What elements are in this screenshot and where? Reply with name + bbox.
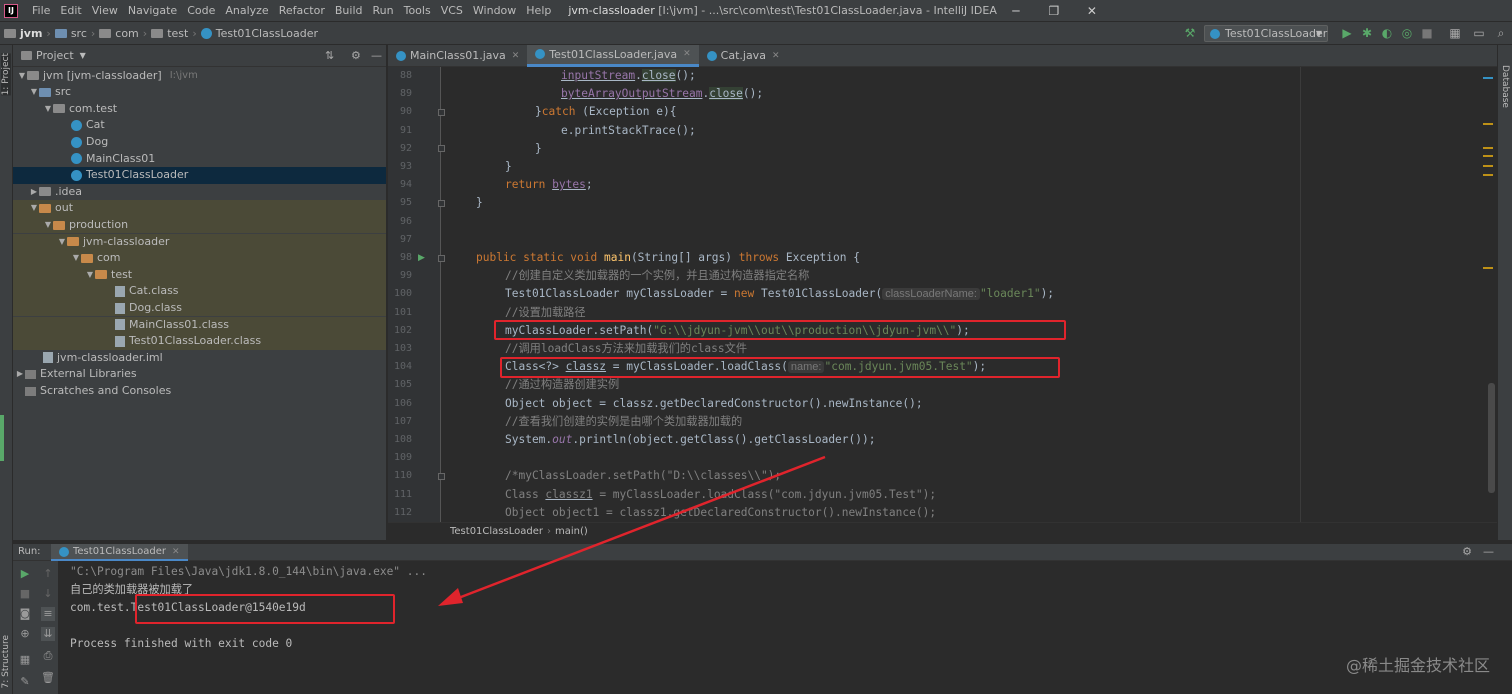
annotation-arrow-line [447,455,826,604]
ide-window: IJ File Edit View Navigate Code Analyze … [0,0,1512,694]
annotation-arrow-head [438,588,463,606]
annotation-arrow [438,455,826,606]
watermark: @稀土掘金技术社区 [1345,656,1490,675]
